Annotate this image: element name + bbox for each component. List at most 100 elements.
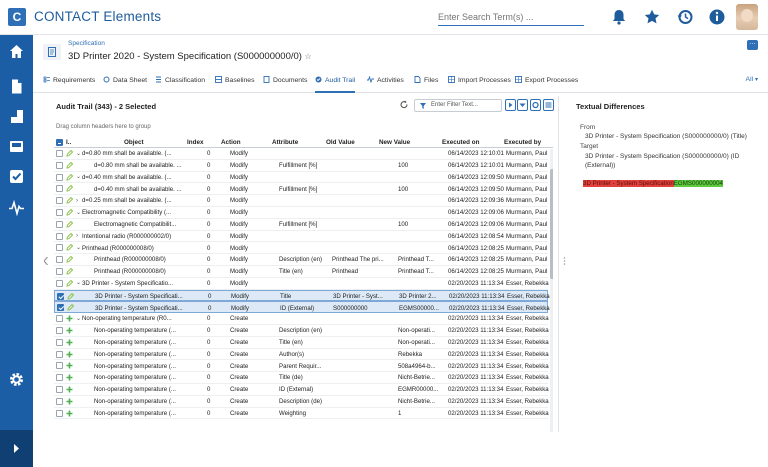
row-checkbox[interactable]: [56, 232, 63, 240]
row-checkbox[interactable]: [56, 327, 63, 334]
table-row[interactable]: Non-operating temperature (... 0 Create Aut…: [54, 349, 549, 361]
chevron-down-icon[interactable]: ⌄: [76, 315, 81, 322]
tab-classification[interactable]: Classification: [155, 76, 205, 93]
chevron-down-icon[interactable]: ⌄: [76, 150, 81, 157]
row-checkbox[interactable]: [56, 397, 63, 405]
chevron-down-icon[interactable]: ⌄: [76, 279, 81, 286]
chevron-right-icon[interactable]: ›: [76, 197, 78, 204]
table-row[interactable]: Printhead (R000000008/0) 0 Modify Title (en…: [54, 266, 548, 278]
col-header-attribute[interactable]: Attribute: [272, 139, 298, 146]
table-row[interactable]: › Intentional radio (R000000002/0) 0 Modify…: [54, 231, 548, 243]
group-drop-zone[interactable]: Drag column headers here to group: [56, 124, 151, 130]
row-checkbox[interactable]: [56, 173, 63, 181]
hierarchy-icon[interactable]: [8, 108, 25, 125]
select-all-checkbox[interactable]: [56, 139, 63, 146]
col-header-executed-by[interactable]: Executed by: [504, 139, 541, 146]
tab-requirements[interactable]: Requirements: [43, 76, 95, 93]
table-row[interactable]: Non-operating temperature (... 0 Create Tit…: [54, 372, 549, 384]
list-view-button[interactable]: [543, 99, 554, 111]
table-row[interactable]: Non-operating temperature (... 0 Create Des…: [54, 396, 549, 408]
table-row[interactable]: ⌄ d=0.40 mm shall be available. (... 0 Modi…: [54, 172, 548, 184]
chevron-down-icon[interactable]: ⌄: [76, 173, 81, 180]
table-row[interactable]: d=0.40 mm shall be available. ... 0 Modify…: [54, 183, 548, 196]
table-row[interactable]: 3D Printer - System Specificati... 0 Modif…: [54, 301, 550, 314]
row-checkbox[interactable]: [57, 304, 64, 312]
row-checkbox[interactable]: [56, 338, 63, 346]
panel-splitter[interactable]: [563, 96, 566, 432]
table-row[interactable]: ⌄ Printhead (R000000008/0) 0 Modify 06/14/20…: [54, 242, 548, 255]
chevron-down-icon[interactable]: ⌄: [76, 244, 81, 251]
col-header-old-value[interactable]: Old Value: [326, 139, 355, 146]
col-header-index[interactable]: Index: [187, 139, 203, 146]
tab-activities[interactable]: Activities: [367, 76, 404, 93]
table-row[interactable]: d=0.80 mm shall be available. ... 0 Modify…: [54, 160, 548, 172]
favorite-star-icon[interactable]: ☆: [305, 52, 312, 61]
checklist-icon[interactable]: [8, 168, 25, 185]
row-checkbox[interactable]: [56, 362, 63, 370]
row-checkbox[interactable]: [56, 386, 63, 393]
row-checkbox[interactable]: [56, 185, 63, 193]
settings-icon[interactable]: [8, 371, 25, 388]
table-row[interactable]: Printhead (R000000008/0) 0 Modify Descripti…: [54, 254, 548, 266]
row-checkbox[interactable]: [56, 209, 63, 216]
chevron-right-icon[interactable]: ›: [76, 232, 78, 239]
collapse-left-panel-icon[interactable]: [44, 257, 48, 265]
next-button[interactable]: [505, 99, 516, 111]
activity-icon[interactable]: [8, 199, 25, 216]
table-row[interactable]: Non-operating temperature (... 0 Create Des…: [54, 325, 549, 337]
more-menu-button[interactable]: …: [747, 39, 758, 50]
table-row[interactable]: ⌄ Electromagnetic Compatibility (... 0 Modi…: [54, 207, 548, 219]
table-row[interactable]: ⌄ d=0.80 mm shall be available. (... 0 Modi…: [54, 148, 548, 160]
tab-import-processes[interactable]: Import Processes: [448, 76, 511, 93]
chevron-down-icon[interactable]: ⌄: [76, 209, 81, 216]
row-checkbox[interactable]: [56, 256, 63, 264]
dropdown-button[interactable]: [517, 99, 528, 111]
tab-overflow-dropdown[interactable]: All ▾: [746, 76, 758, 83]
avatar[interactable]: [736, 4, 758, 30]
row-checkbox[interactable]: [56, 350, 63, 358]
row-checkbox[interactable]: [56, 161, 63, 169]
expand-icon[interactable]: [8, 440, 25, 457]
table-row[interactable]: › d=0.25 mm shall be available. (... 0 Modi…: [54, 195, 548, 207]
col-header-new-value[interactable]: New Value: [379, 139, 410, 146]
column-settings-button[interactable]: [530, 99, 541, 111]
row-checkbox[interactable]: [57, 292, 64, 300]
table-row[interactable]: Non-operating temperature (... 0 Create Par…: [54, 360, 549, 373]
star-icon[interactable]: [643, 8, 661, 26]
col-header-object[interactable]: Object: [124, 139, 144, 146]
info-icon[interactable]: [708, 8, 726, 26]
inbox-icon[interactable]: [8, 138, 25, 155]
tab-audit-trail[interactable]: Audit Trail: [315, 76, 356, 93]
row-checkbox[interactable]: [56, 268, 63, 275]
search-input[interactable]: [438, 8, 584, 26]
tab-export-processes[interactable]: Export Processes: [515, 76, 578, 93]
table-row[interactable]: ⌄ 3D Printer - System Specificatio... 0 Mod…: [54, 278, 549, 290]
tab-documents[interactable]: Documents: [263, 76, 307, 93]
table-row[interactable]: Non-operating temperature (... 0 Create Tit…: [54, 337, 549, 349]
bell-icon[interactable]: [610, 8, 628, 26]
row-checkbox[interactable]: [56, 197, 63, 205]
breadcrumb[interactable]: Specification: [68, 40, 105, 47]
row-checkbox[interactable]: [56, 150, 63, 157]
history-icon[interactable]: [676, 8, 694, 26]
row-checkbox[interactable]: [56, 279, 63, 287]
scrollbar-thumb[interactable]: [550, 169, 553, 279]
table-row[interactable]: Non-operating temperature (... 0 Create ID …: [54, 384, 549, 396]
document-icon[interactable]: [8, 78, 25, 95]
col-header-action[interactable]: Action: [221, 139, 241, 146]
row-checkbox[interactable]: [56, 315, 63, 323]
table-row[interactable]: ⌄ Non-operating temperature (R0... 0 Create…: [54, 313, 549, 325]
tab-files[interactable]: Files: [414, 76, 438, 93]
table-row[interactable]: 3D Printer - System Specificati... 0 Modif…: [54, 289, 550, 302]
col-header-executed-on[interactable]: Executed on: [442, 139, 479, 146]
vertical-scrollbar[interactable]: [550, 149, 553, 432]
table-row[interactable]: Electromagnetic Compatibilit... 0 Modify Fu…: [54, 219, 548, 231]
row-checkbox[interactable]: [56, 220, 63, 228]
table-row[interactable]: Non-operating temperature (... 0 Create Wei…: [54, 408, 549, 420]
refresh-icon[interactable]: [399, 100, 409, 110]
col-header-icon[interactable]: I..: [66, 139, 71, 146]
home-icon[interactable]: [8, 43, 25, 60]
tab-baselines[interactable]: Baselines: [215, 76, 254, 93]
row-checkbox[interactable]: [56, 409, 63, 417]
filter-input[interactable]: Enter Filter Text...: [414, 99, 502, 112]
